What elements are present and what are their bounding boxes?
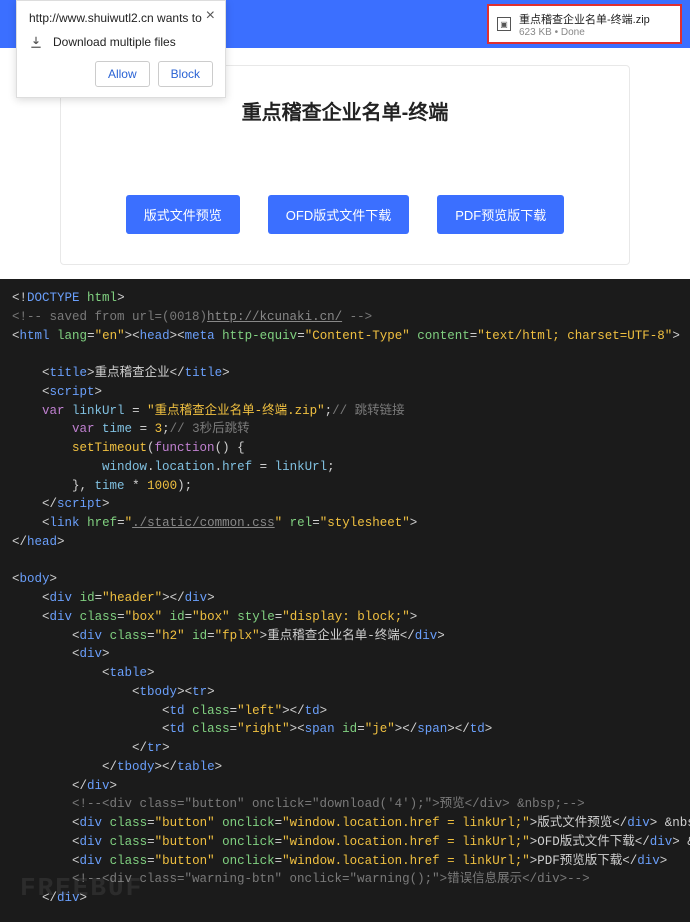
code-saved-end: --> <box>342 310 372 324</box>
download-filename: 重点稽查企业名单-终端.zip <box>519 11 650 27</box>
permission-item-label: Download multiple files <box>53 35 176 49</box>
button-row: 版式文件预览 OFD版式文件下载 PDF预览版下载 <box>81 195 609 234</box>
nbsp1: &nbsp; <box>657 816 690 830</box>
allow-button[interactable]: Allow <box>95 61 150 87</box>
preview-button[interactable]: 版式文件预览 <box>126 195 240 234</box>
nbsp2: &nbsp; <box>680 835 690 849</box>
ofd-download-button[interactable]: OFD版式文件下载 <box>268 195 409 234</box>
download-icon <box>29 35 43 49</box>
source-code-block: <!DOCTYPE html> <!-- saved from url=(001… <box>0 279 690 922</box>
close-icon[interactable]: × <box>206 7 215 25</box>
browser-top-bar: × http://www.shuiwutl2.cn wants to Downl… <box>0 0 690 48</box>
download-status: 623 KB • Done <box>519 27 650 38</box>
code-css-href: ./static/common.css <box>132 516 275 530</box>
permission-item: Download multiple files <box>29 35 213 49</box>
block-button[interactable]: Block <box>158 61 213 87</box>
permission-buttons: Allow Block <box>29 61 213 87</box>
code-linkurl-val: "重点稽查企业名单-终端.zip" <box>147 404 325 418</box>
code-saved-url: http://kcunaki.cn/ <box>207 310 342 324</box>
code-time-cmt: // 3秒后跳转 <box>170 422 250 436</box>
download-text: 重点稽查企业名单-终端.zip 623 KB • Done <box>519 11 650 38</box>
permission-dialog: × http://www.shuiwutl2.cn wants to Downl… <box>16 0 226 98</box>
code-title-text: 重点稽查企业 <box>95 366 170 380</box>
code-btn1: 版式文件预览 <box>537 816 612 830</box>
code-linkurl-cmt: // 跳转链接 <box>332 404 405 418</box>
file-icon: ▣ <box>497 17 511 31</box>
code-warn: 错误信息展示 <box>447 872 522 886</box>
code-btn2: OFD版式文件下载 <box>537 835 635 849</box>
code-comment-btn: <!--<div class="button" onclick="downloa… <box>72 797 585 811</box>
code-btn3: PDF预览版下载 <box>537 854 622 868</box>
code-time-val: 3 <box>155 422 163 436</box>
code-h2-text: 重点稽查企业名单-终端 <box>267 629 400 643</box>
code-saved-comment: <!-- saved from url=(0018) <box>12 310 207 324</box>
download-notification[interactable]: ▣ 重点稽查企业名单-终端.zip 623 KB • Done <box>487 4 682 44</box>
pdf-download-button[interactable]: PDF预览版下载 <box>437 195 564 234</box>
card-title: 重点稽查企业名单-终端 <box>81 96 609 125</box>
permission-origin: http://www.shuiwutl2.cn wants to <box>29 11 213 25</box>
